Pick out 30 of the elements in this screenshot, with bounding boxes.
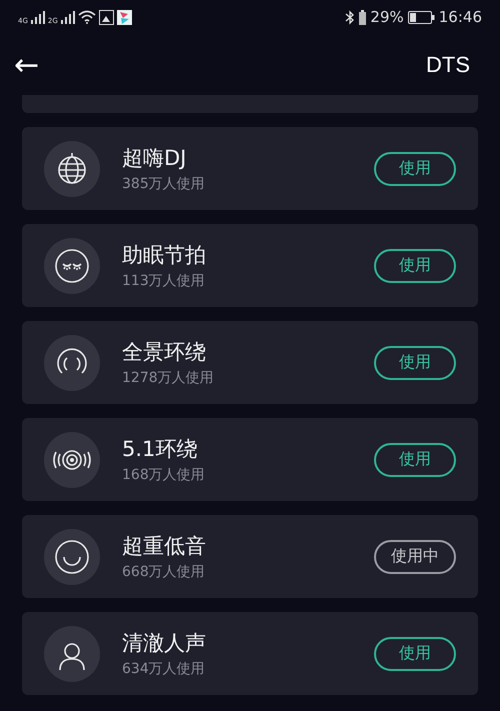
user-count: 1278万人使用 [122, 369, 215, 387]
page-title: DTS [426, 52, 470, 78]
signal-icon [60, 10, 75, 24]
app-icon [116, 10, 132, 24]
battery-icon [408, 10, 435, 24]
effect-name: 清澈人声 [122, 630, 207, 657]
user-count: 634万人使用 [122, 660, 206, 678]
wifi-icon [78, 10, 96, 24]
use-button[interactable]: 使用 [374, 442, 456, 476]
effect-name: 全景环绕 [122, 339, 207, 366]
user-count: 113万人使用 [122, 272, 206, 290]
battery-saver-icon [359, 10, 366, 24]
user-count: 168万人使用 [122, 466, 206, 484]
effect-name: 超重低音 [122, 533, 207, 560]
user-count: 668万人使用 [122, 563, 206, 581]
effect-name: 5.1环绕 [122, 436, 198, 463]
signal-icon [30, 10, 45, 24]
clock: 16:46 [438, 8, 482, 26]
image-icon [98, 10, 114, 24]
battery-percentage: 29% [370, 8, 404, 26]
effect-name: 助眠节拍 [122, 242, 207, 269]
use-button[interactable]: 使用 [374, 152, 456, 186]
use-button[interactable]: 使用 [374, 346, 456, 380]
use-button[interactable]: 使用中 [374, 540, 456, 574]
use-button[interactable]: 使用 [374, 636, 456, 670]
use-button[interactable]: 使用 [374, 248, 456, 282]
user-count: 385万人使用 [122, 175, 206, 193]
bluetooth-icon [345, 10, 356, 24]
back-button[interactable]: ← [10, 48, 44, 82]
effect-name: 超嗨DJ [122, 145, 188, 172]
